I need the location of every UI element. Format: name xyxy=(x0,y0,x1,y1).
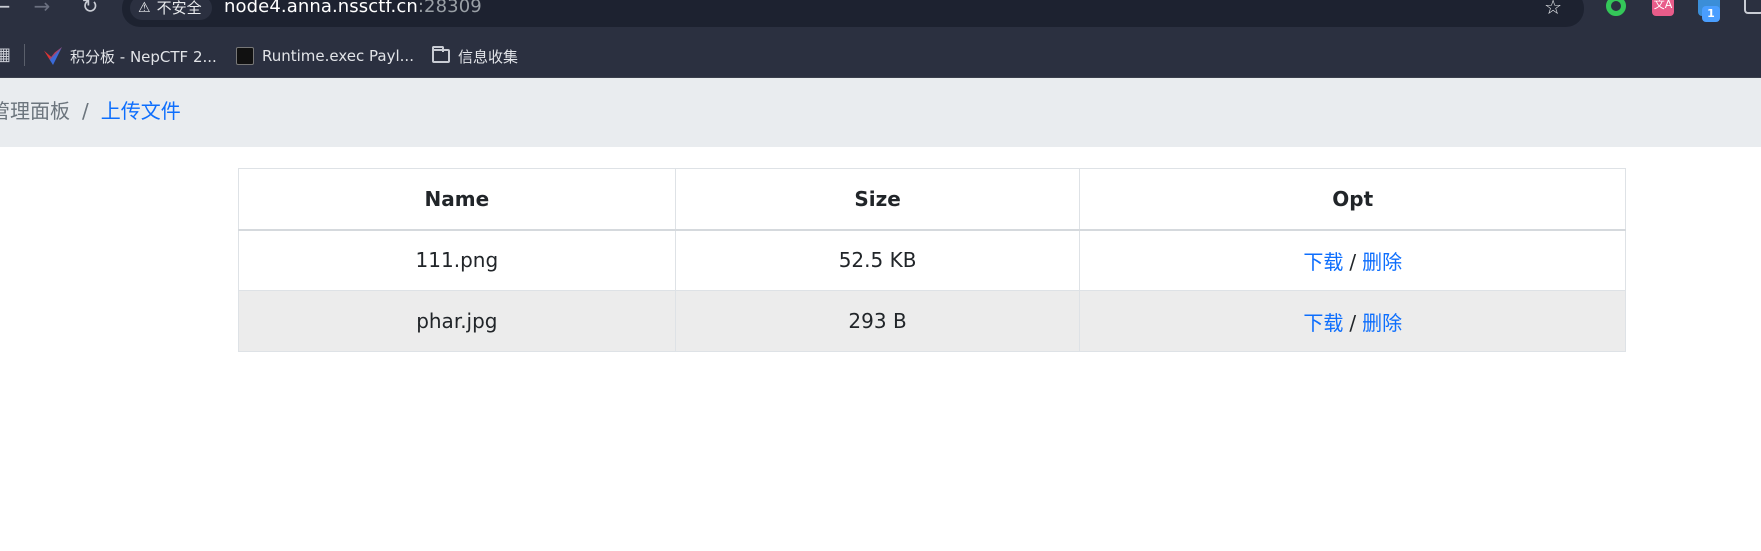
table-row: phar.jpg 293 B 下载 / 删除 xyxy=(238,290,1626,352)
delete-link[interactable]: 删除 xyxy=(1362,311,1402,335)
file-name-cell: 111.png xyxy=(238,229,676,291)
bookmarks-divider xyxy=(24,44,25,66)
reload-icon[interactable]: ↻ xyxy=(76,0,104,18)
bookmark-nepctf[interactable]: 积分板 - NepCTF 2... xyxy=(44,43,217,69)
url-text[interactable]: node4.anna.nssctf.cn:28309 xyxy=(224,0,482,18)
download-link[interactable]: 下载 xyxy=(1303,311,1343,335)
column-header-opt: Opt xyxy=(1079,168,1626,231)
table-header-row: Name Size Opt xyxy=(238,168,1626,231)
file-name-cell: phar.jpg xyxy=(238,290,676,352)
bookmark-folder-info[interactable]: 信息收集 xyxy=(432,43,518,69)
delete-link[interactable]: 删除 xyxy=(1362,250,1402,274)
breadcrumb-upload-files[interactable]: 上传文件 xyxy=(101,96,181,126)
column-header-size: Size xyxy=(674,168,1081,231)
file-size-cell: 293 B xyxy=(674,290,1081,352)
browser-toolbar: ← → ↻ ⚠ 不安全 node4.anna.nssctf.cn:28309 ☆… xyxy=(0,0,1761,34)
bookmarks-bar: ▦ 积分板 - NepCTF 2... Runtime.exec Payl...… xyxy=(0,34,1761,78)
folder-icon xyxy=(432,46,450,63)
back-arrow-icon[interactable]: ← xyxy=(0,0,16,18)
url-host: node4.anna.nssctf.cn xyxy=(224,0,418,17)
address-bar[interactable]: ⚠ 不安全 node4.anna.nssctf.cn:28309 ☆ xyxy=(122,0,1584,27)
bookmark-star-icon[interactable]: ☆ xyxy=(1544,0,1562,18)
green-ring-extension-icon[interactable] xyxy=(1606,0,1626,16)
bookmark-label: 积分板 - NepCTF 2... xyxy=(70,47,217,66)
breadcrumb-bar: 管理面板 / 上传文件 xyxy=(0,78,1761,147)
opt-separator: / xyxy=(1349,310,1357,335)
file-size-cell: 52.5 KB xyxy=(674,229,1081,291)
security-label: 不安全 xyxy=(156,0,202,17)
forward-arrow-icon[interactable]: → xyxy=(28,0,56,18)
file-opt-cell: 下载 / 删除 xyxy=(1079,290,1626,352)
breadcrumb: 管理面板 / 上传文件 xyxy=(0,96,181,126)
bookmark-runtime-exec[interactable]: Runtime.exec Payl... xyxy=(236,43,414,69)
download-link[interactable]: 下载 xyxy=(1303,250,1343,274)
extension-badge: 1 xyxy=(1702,6,1720,22)
apps-grid-icon[interactable]: ▦ xyxy=(0,44,11,65)
extensions-puzzle-icon[interactable] xyxy=(1744,0,1761,14)
breadcrumb-separator: / xyxy=(82,99,89,123)
warning-icon: ⚠ xyxy=(138,0,151,16)
url-port: :28309 xyxy=(417,0,482,17)
column-header-name: Name xyxy=(238,168,676,231)
security-chip[interactable]: ⚠ 不安全 xyxy=(130,0,212,20)
breadcrumb-admin-panel[interactable]: 管理面板 xyxy=(0,96,70,126)
bookmark-label: Runtime.exec Payl... xyxy=(262,47,414,65)
nepctf-icon xyxy=(44,47,62,65)
table-row: 111.png 52.5 KB 下载 / 删除 xyxy=(238,229,1626,291)
bookmark-label: 信息收集 xyxy=(458,47,519,66)
file-table: Name Size Opt 111.png 52.5 KB 下载 / 删除 phar… xyxy=(238,168,1626,352)
opt-separator: / xyxy=(1349,249,1357,274)
runtime-icon xyxy=(236,47,254,65)
file-opt-cell: 下载 / 删除 xyxy=(1079,229,1626,291)
translate-extension-icon[interactable]: 文A xyxy=(1652,0,1674,16)
